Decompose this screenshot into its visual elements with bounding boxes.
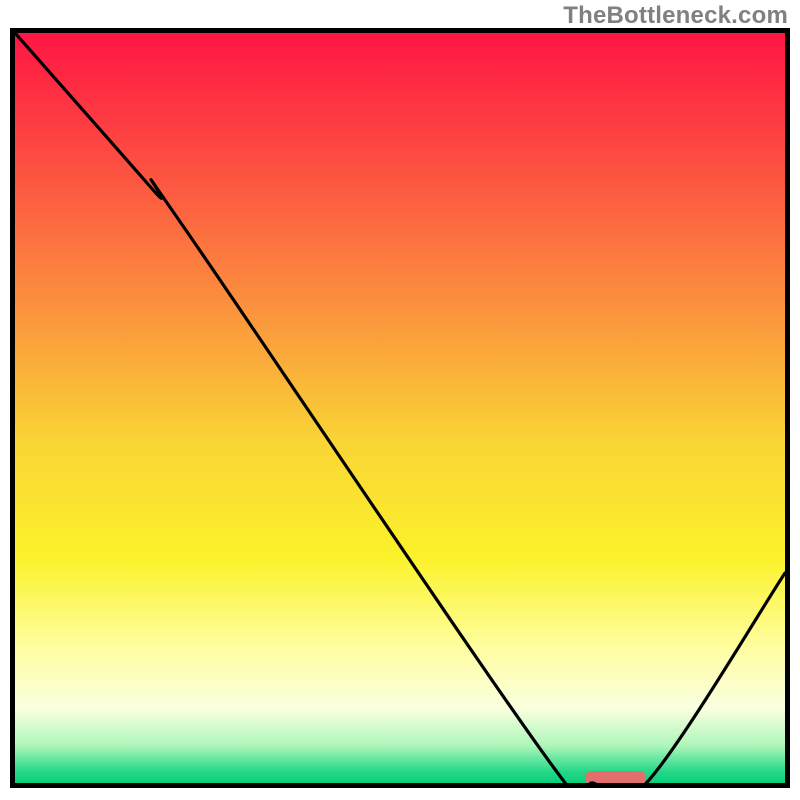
curve-path <box>15 33 785 783</box>
chart-stage: TheBottleneck.com <box>0 0 800 800</box>
watermark-text: TheBottleneck.com <box>563 2 788 30</box>
bottleneck-curve <box>15 33 785 783</box>
chart-frame <box>10 28 790 788</box>
